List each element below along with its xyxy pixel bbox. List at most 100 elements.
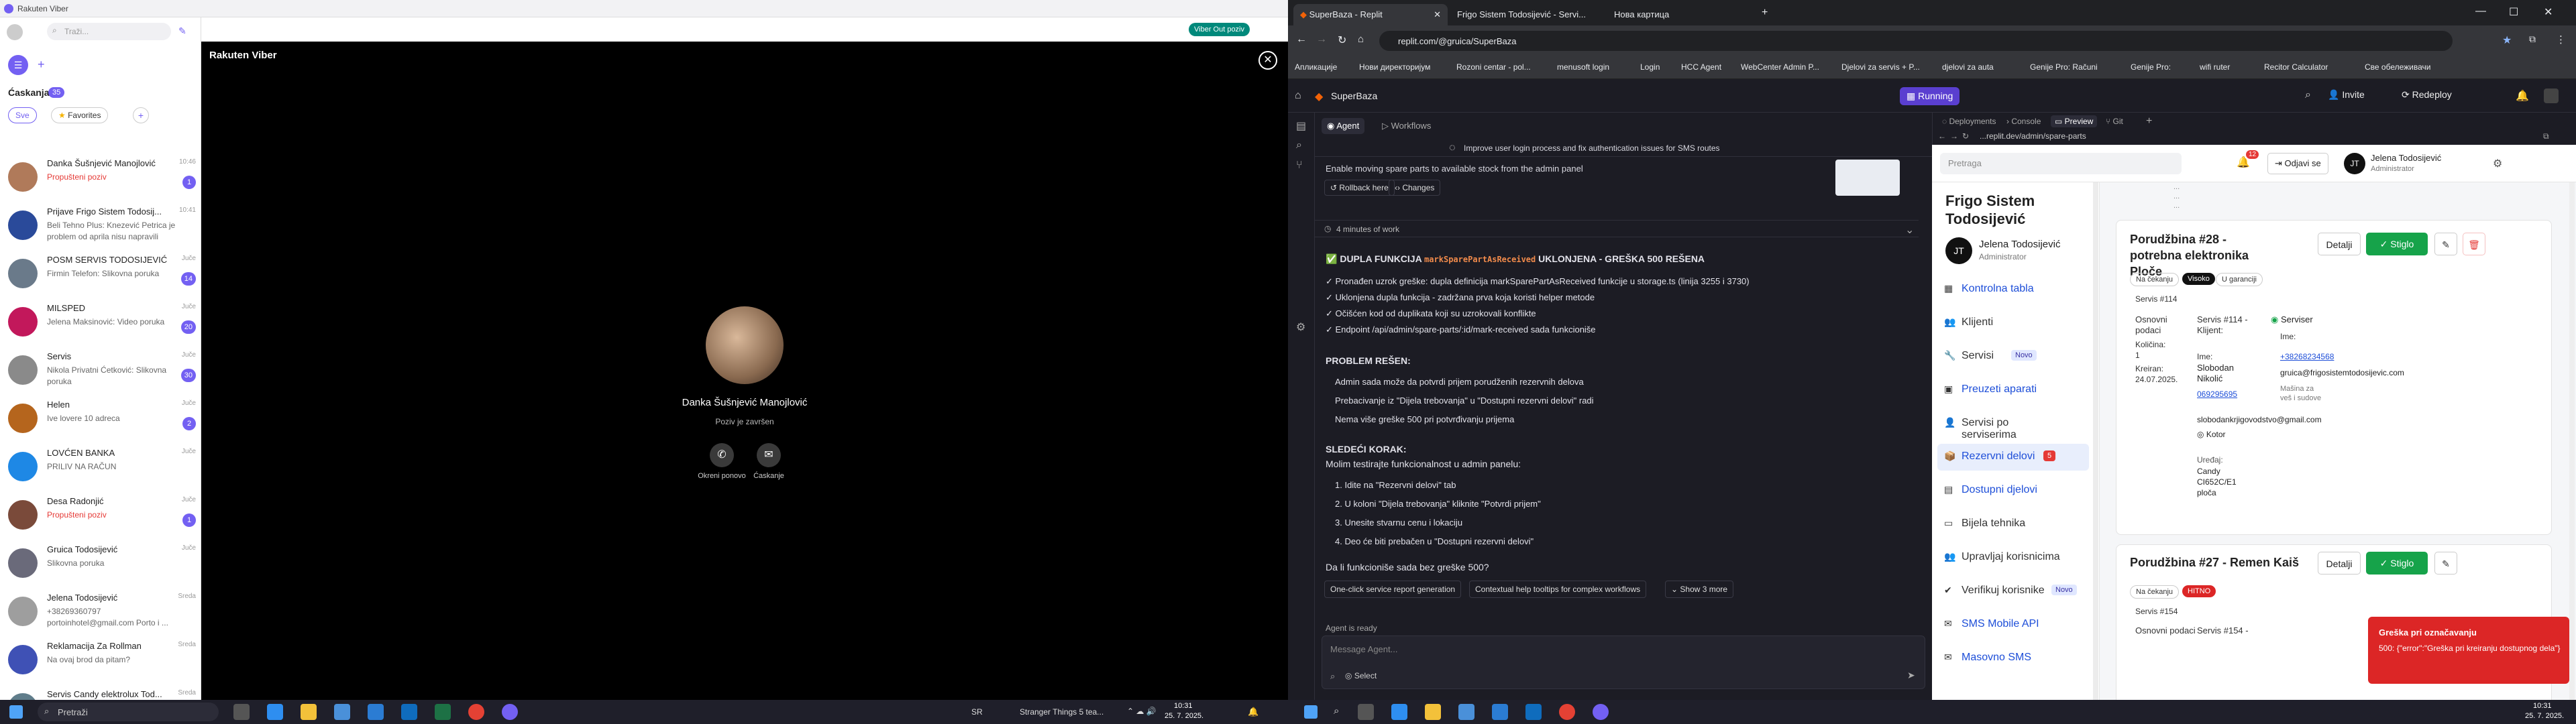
profile-avatar[interactable] [7, 24, 23, 40]
home-icon[interactable]: ⌂ [1358, 34, 1364, 45]
bookmark-item[interactable]: menusoft login [1557, 62, 1609, 72]
excel-icon[interactable] [435, 704, 451, 720]
logout-button[interactable]: ⇥ Odjavi se [2267, 153, 2328, 174]
bookmark-item[interactable]: Genije Pro: [2131, 62, 2171, 72]
search-input[interactable]: ⌕ Traži... [47, 23, 171, 40]
send-icon[interactable]: ➤ [1907, 670, 1915, 681]
nav-item[interactable]: 👥 Upravljaj korisnicima [1937, 544, 2089, 571]
bookmark-item[interactable]: wifi ruter [2200, 62, 2230, 72]
filter-favorites-tab[interactable]: ★ Favorites [51, 107, 109, 123]
account-avatar[interactable] [2544, 88, 2559, 103]
suggestion-chip[interactable]: One-click service report generation [1324, 581, 1462, 598]
preview-forward-icon[interactable]: → [1950, 131, 1958, 141]
settings-gear-icon[interactable]: ⚙ [2493, 157, 2502, 170]
files-icon[interactable]: ▤ [1296, 119, 1306, 133]
nav-item[interactable]: ✉ SMS Mobile API [1937, 611, 2089, 638]
explorer-icon[interactable] [1425, 704, 1441, 720]
redial-button[interactable]: ✆ [710, 443, 734, 467]
settings-icon[interactable]: ⚙ [1296, 320, 1305, 334]
viber-out-button[interactable]: Viber Out poziv [1189, 23, 1250, 36]
tray-icons[interactable]: ⌃ ☁ 🔊 [1127, 707, 1157, 716]
add-filter-icon[interactable]: + [133, 107, 149, 123]
expand-icon[interactable]: ⌄ [1905, 223, 1914, 237]
chats-nav-icon[interactable]: ☰ [8, 55, 28, 75]
store-icon[interactable] [334, 704, 350, 720]
maximize-icon[interactable]: ☐ [2509, 5, 2518, 19]
nav-item[interactable]: 👤 Servisi po serviserima [1937, 410, 2089, 440]
url-field[interactable]: replit.com/@gruica/SuperBaza [1379, 31, 2453, 51]
edge-icon[interactable] [267, 704, 283, 720]
bookmark-item[interactable]: WebCenter Admin P... [1741, 62, 1819, 72]
bookmark-item[interactable]: Апликације [1295, 62, 1337, 72]
bookmark-item[interactable]: Login [1640, 62, 1660, 72]
message-input[interactable]: Message Agent... ⌕ ◎ Select ➤ [1322, 636, 1925, 689]
compose-icon[interactable]: ✎ [178, 25, 186, 37]
tab-superbaza[interactable]: ◆ SuperBaza - Replit ✕ [1293, 4, 1448, 25]
chat-item[interactable]: Desa Radonjić Propušteni poziv Juče 1 [0, 489, 201, 538]
bookmark-item[interactable]: djelovi za auta [1942, 62, 1994, 72]
changes-button[interactable]: ‹› Changes [1389, 180, 1441, 196]
chat-item[interactable]: LOVĆEN BANKA PRILIV NA RAČUN Juče [0, 441, 201, 489]
tab-deployments[interactable]: ◌ Deployments [1942, 117, 1996, 126]
nav-item[interactable]: 👥 Klijenti [1937, 310, 2089, 337]
arrived-button[interactable]: ✓ Stiglo [2366, 233, 2428, 255]
taskview-icon[interactable] [1358, 704, 1374, 720]
preview-reload-icon[interactable]: ↻ [1962, 131, 1969, 141]
preview-back-icon[interactable]: ← [1938, 131, 1946, 141]
header-avatar[interactable]: JT [2344, 153, 2365, 174]
replit-home-icon[interactable]: ⌂ [1295, 90, 1301, 102]
add-icon[interactable]: + [38, 58, 45, 72]
new-tab-icon[interactable]: + [1762, 7, 1768, 19]
details-button[interactable]: Detalji [2318, 233, 2361, 255]
menu-icon[interactable]: ⋮ [2556, 34, 2566, 46]
checkpoint-thumbnail[interactable] [1835, 160, 1900, 196]
nav-item[interactable]: ▣ Preuzeti aparati [1937, 377, 2089, 404]
add-tab-icon[interactable]: + [2146, 115, 2152, 127]
media-label[interactable]: Stranger Things 5 tea... [1020, 707, 1104, 717]
chrome-icon[interactable] [468, 704, 484, 720]
taskbar-search-input[interactable]: ⌕ Pretraži [38, 703, 219, 721]
tab-workflows[interactable]: ▷ Workflows [1382, 121, 1431, 131]
nav-item[interactable]: ✔ Verifikuj korisnike Novo [1937, 578, 2089, 605]
preview-url[interactable]: ...replit.dev/admin/spare-parts [1980, 131, 2086, 141]
extensions-icon[interactable]: ⧉ [2529, 34, 2536, 45]
bookmark-item[interactable]: Rozoni centar - pol... [1456, 62, 1531, 72]
suggestion-chip[interactable]: Contextual help tooltips for complex wor… [1469, 581, 1647, 598]
bell-icon[interactable]: 🔔 [2516, 89, 2529, 103]
content-scrollbar[interactable] [2569, 182, 2575, 700]
attach-icon[interactable]: ⌕ [1330, 671, 1335, 682]
select-button[interactable]: ◎ Select [1345, 671, 1377, 680]
project-name[interactable]: SuperBaza [1331, 90, 1377, 101]
tech-phone[interactable]: +38268234568 [2280, 352, 2334, 361]
tab-frigo[interactable]: Frigo Sistem Todosijević - Servi... [1450, 4, 1605, 25]
explorer-icon[interactable] [301, 704, 317, 720]
close-icon[interactable]: ✕ [1258, 51, 1277, 70]
outlook-icon[interactable] [1525, 704, 1542, 720]
chat-item[interactable]: Servis Nikola Privatni Ćetković: Slikovna… [0, 345, 201, 393]
tab-git[interactable]: ⑂ Git [2106, 117, 2123, 126]
search-icon[interactable]: ⌕ [2305, 89, 2311, 101]
bookmark-star-icon[interactable]: ★ [2502, 34, 2512, 47]
bookmark-item[interactable]: HCC Agent [1681, 62, 1721, 72]
back-icon[interactable]: ← [1296, 34, 1307, 46]
mail-icon[interactable] [1492, 704, 1508, 720]
error-toast[interactable]: Greška pri označavanju 500: {"error":"Gr… [2368, 617, 2569, 684]
client-phone[interactable]: 069295695 [2197, 389, 2237, 399]
invite-button[interactable]: 👤 Invite [2328, 89, 2365, 101]
chat-item[interactable]: MILSPED Jelena Maksinović: Video poruka Ju… [0, 296, 201, 345]
window-close-icon[interactable]: ✕ [2544, 5, 2553, 19]
edit-icon[interactable]: ✎ [2434, 552, 2457, 575]
admin-search-input[interactable]: Pretraga [1940, 153, 2182, 174]
chrome-icon[interactable] [1559, 704, 1575, 720]
edge-icon[interactable] [1391, 704, 1407, 720]
chat-item[interactable]: Reklamacija Za Rollman Na ovaj brod da pi… [0, 634, 201, 682]
chat-item[interactable]: Helen Ive lovere 10 adreca Juče 2 [0, 393, 201, 441]
mail-icon[interactable] [368, 704, 384, 720]
show-more-chip[interactable]: ⌄ Show 3 more [1665, 581, 1734, 598]
store-icon[interactable] [1458, 704, 1474, 720]
open-new-tab-icon[interactable]: ⧉ [2543, 131, 2549, 141]
minimize-icon[interactable]: — [2475, 5, 2486, 17]
forward-icon[interactable]: → [1316, 34, 1327, 46]
nav-item[interactable]: 📦 Rezervni delovi 5 [1937, 444, 2089, 471]
start-icon[interactable] [9, 705, 23, 719]
